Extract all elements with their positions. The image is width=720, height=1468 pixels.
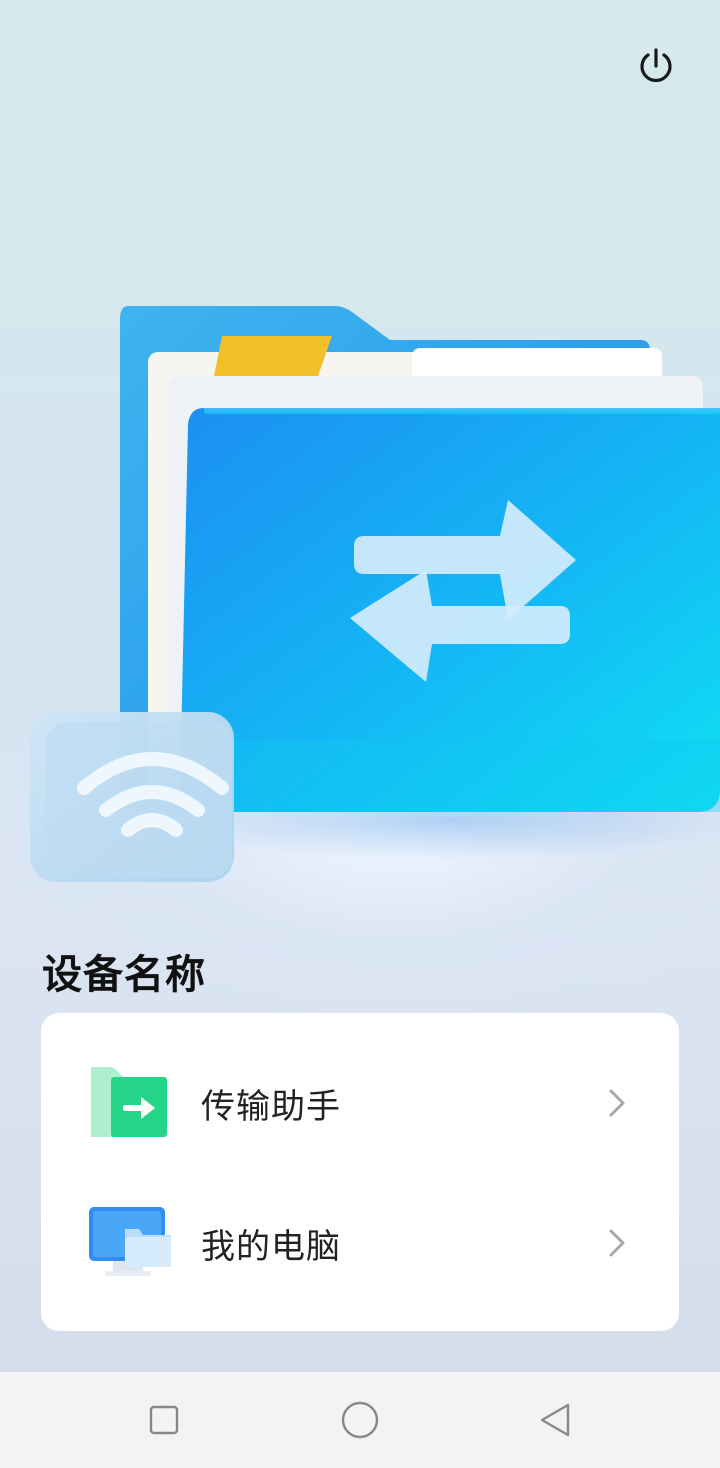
- home-circle-icon[interactable]: [338, 1398, 382, 1442]
- power-button[interactable]: [630, 40, 682, 92]
- transfer-assistant-icon: [91, 1067, 167, 1137]
- recents-square-icon[interactable]: [142, 1398, 186, 1442]
- chevron-right-icon: [609, 1229, 625, 1257]
- my-computer-icon: [89, 1207, 171, 1276]
- device-list-card: 传输助手 我的电脑: [41, 1013, 679, 1331]
- chevron-right-icon: [609, 1089, 625, 1117]
- device-name-title: 设备名称: [42, 952, 206, 998]
- back-triangle-icon[interactable]: [534, 1398, 578, 1442]
- file-transfer-folder-illustration: [30, 306, 720, 882]
- list-item-label: 传输助手: [201, 1086, 341, 1127]
- list-item-transfer-assistant[interactable]: 传输助手: [41, 1033, 679, 1173]
- power-icon: [640, 48, 672, 83]
- list-item-my-computer[interactable]: 我的电脑: [41, 1173, 679, 1313]
- system-navigation-bar: [0, 1372, 720, 1468]
- app-screen: 设备名称 传输助手 我的电脑: [0, 0, 720, 1372]
- list-item-label: 我的电脑: [201, 1226, 341, 1267]
